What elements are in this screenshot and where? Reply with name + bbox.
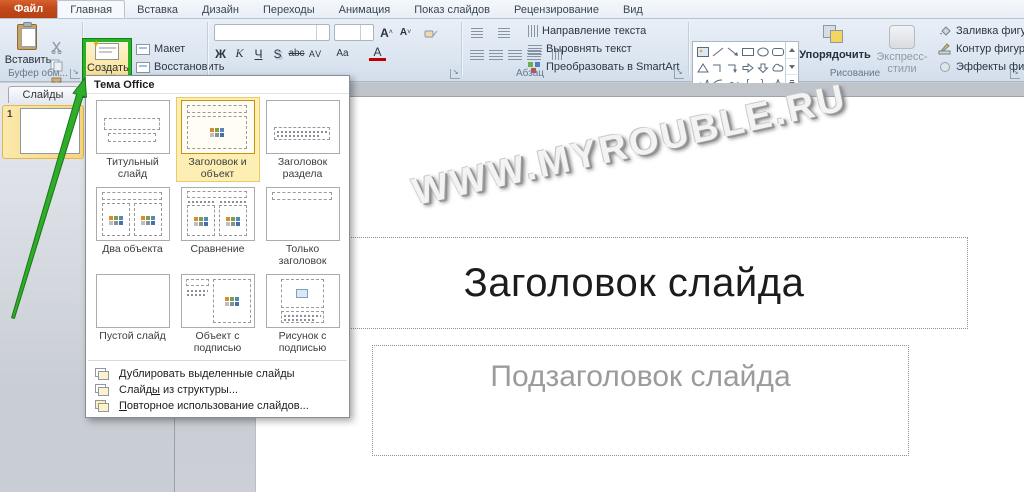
shape-cloud-icon[interactable] [770, 60, 785, 76]
align-text-button[interactable]: Выровнять текст [528, 43, 642, 55]
shape-elbow-icon[interactable] [710, 60, 725, 76]
shape-arrow-icon[interactable] [725, 44, 740, 60]
reset-icon [136, 62, 150, 73]
slides-from-outline-icon [95, 384, 110, 396]
menu-duplicate-slides[interactable]: Дублировать выделенные слайды [86, 366, 349, 382]
shape-fill-button[interactable]: Заливка фигуры [938, 25, 1024, 37]
layout-gallery-grid: Титульный слайд Заголовок и объект Загол… [86, 94, 349, 356]
shape-fill-icon [938, 25, 952, 37]
cut-button[interactable] [50, 41, 66, 55]
slide-subtitle: Подзаголовок слайда [490, 360, 790, 394]
layout-content-with-caption[interactable]: Объект с подписью [176, 271, 260, 356]
arrange-icon [823, 25, 847, 47]
tab-transitions[interactable]: Переходы [251, 0, 327, 18]
font-name-combobox[interactable] [214, 24, 330, 41]
align-text-icon [528, 44, 542, 55]
tab-home[interactable]: Главная [57, 0, 125, 18]
layout-button[interactable]: Макет [136, 43, 195, 55]
grow-font-button[interactable]: А˄ [378, 24, 395, 41]
slide-thumbnail[interactable] [20, 108, 80, 154]
menu-slides-from-outline[interactable]: Слайды из структуры... [86, 382, 349, 398]
strikethrough-button[interactable]: abc [288, 45, 305, 62]
paste-button[interactable]: Вставить [6, 22, 50, 68]
new-slide-icon: ✦ [95, 43, 119, 60]
shape-triangle-icon[interactable] [695, 60, 710, 76]
paragraph-dialog-launcher-icon[interactable]: ↘ [674, 69, 684, 79]
layout-icon [136, 44, 150, 55]
arrange-button[interactable]: Упорядочить [804, 25, 866, 63]
tab-animations[interactable]: Анимация [327, 0, 403, 18]
layout-title-only[interactable]: Только заголовок [261, 184, 345, 269]
shape-rectangle-icon[interactable] [740, 44, 755, 60]
theme-header: Тема Office [86, 76, 349, 94]
italic-button[interactable]: К [231, 45, 248, 62]
title-placeholder[interactable]: Заголовок слайда [300, 237, 968, 329]
shape-right-arrow-icon[interactable] [740, 60, 755, 76]
paragraph-group-label: Абзац [480, 68, 580, 79]
paste-label: Вставить [5, 54, 52, 66]
new-slide-layout-dropdown: Тема Office Титульный слайд Заголовок и … [85, 75, 350, 418]
shape-rounded-rectangle-icon[interactable] [770, 44, 785, 60]
shape-line-icon[interactable] [710, 44, 725, 60]
duplicate-slides-icon [95, 368, 110, 380]
clipboard-group-label: Буфер обм... [2, 68, 74, 79]
font-dialog-launcher-icon[interactable]: ↘ [450, 69, 460, 79]
clipboard-icon [15, 22, 41, 52]
shapes-scroll-down-icon[interactable] [786, 59, 797, 76]
bullets-button[interactable] [468, 24, 485, 41]
text-direction-icon [528, 25, 538, 37]
shape-down-arrow-icon[interactable] [755, 60, 770, 76]
reset-button[interactable]: Восстановить [136, 61, 224, 73]
drawing-dialog-launcher-icon[interactable]: ↘ [1010, 69, 1020, 79]
slides-pane-tab[interactable]: Слайды [8, 86, 78, 103]
underline-button[interactable]: Ч [250, 45, 267, 62]
change-case-button[interactable]: Aa [334, 45, 351, 62]
text-shadow-button[interactable]: S [269, 45, 286, 62]
tab-insert[interactable]: Вставка [125, 0, 190, 18]
tab-file[interactable]: Файл [0, 0, 57, 18]
tab-view[interactable]: Вид [611, 0, 655, 18]
subtitle-placeholder[interactable]: Подзаголовок слайда [372, 345, 909, 456]
tab-design[interactable]: Дизайн [190, 0, 251, 18]
shape-picture-icon[interactable] [695, 44, 710, 60]
tab-review[interactable]: Рецензирование [502, 0, 611, 18]
align-right-button[interactable] [506, 46, 523, 63]
layout-picture-with-caption[interactable]: Рисунок с подписью [261, 271, 345, 356]
layout-title-and-content[interactable]: Заголовок и объект [176, 97, 260, 182]
slide-number: 1 [7, 109, 13, 120]
bold-button[interactable]: Ж [212, 45, 229, 62]
layout-two-content[interactable]: Два объекта [91, 184, 175, 269]
menu-reuse-slides[interactable]: Повторное использование слайдов... [86, 398, 349, 414]
reuse-slides-icon [95, 400, 110, 412]
layout-section-header[interactable]: Заголовок раздела [261, 97, 345, 182]
layout-blank[interactable]: Пустой слайд [91, 271, 175, 356]
clipboard-dialog-launcher-icon[interactable]: ↘ [70, 69, 80, 79]
tab-slideshow[interactable]: Показ слайдов [402, 0, 502, 18]
ribbon-tab-bar: Файл Главная Вставка Дизайн Переходы Ани… [0, 0, 1024, 19]
menu-separator [88, 360, 347, 361]
clear-formatting-button[interactable] [422, 24, 439, 41]
shape-elbow-arrow-icon[interactable] [725, 60, 740, 76]
quick-styles-icon [889, 25, 915, 49]
shape-oval-icon[interactable] [755, 44, 770, 60]
layout-comparison[interactable]: Сравнение [176, 184, 260, 269]
align-center-button[interactable] [487, 46, 504, 63]
slide-title: Заголовок слайда [464, 261, 805, 306]
shrink-font-button[interactable]: А˅ [397, 24, 414, 41]
text-direction-button[interactable]: Направление текста [528, 25, 656, 37]
numbering-button[interactable] [495, 24, 512, 41]
layout-title-slide[interactable]: Титульный слайд [91, 97, 175, 182]
shapes-scroll-up-icon[interactable] [786, 42, 797, 59]
character-spacing-button[interactable]: AV [307, 45, 324, 62]
font-color-button[interactable]: А [369, 46, 386, 61]
font-size-combobox[interactable] [334, 24, 374, 41]
align-left-button[interactable] [468, 46, 485, 63]
